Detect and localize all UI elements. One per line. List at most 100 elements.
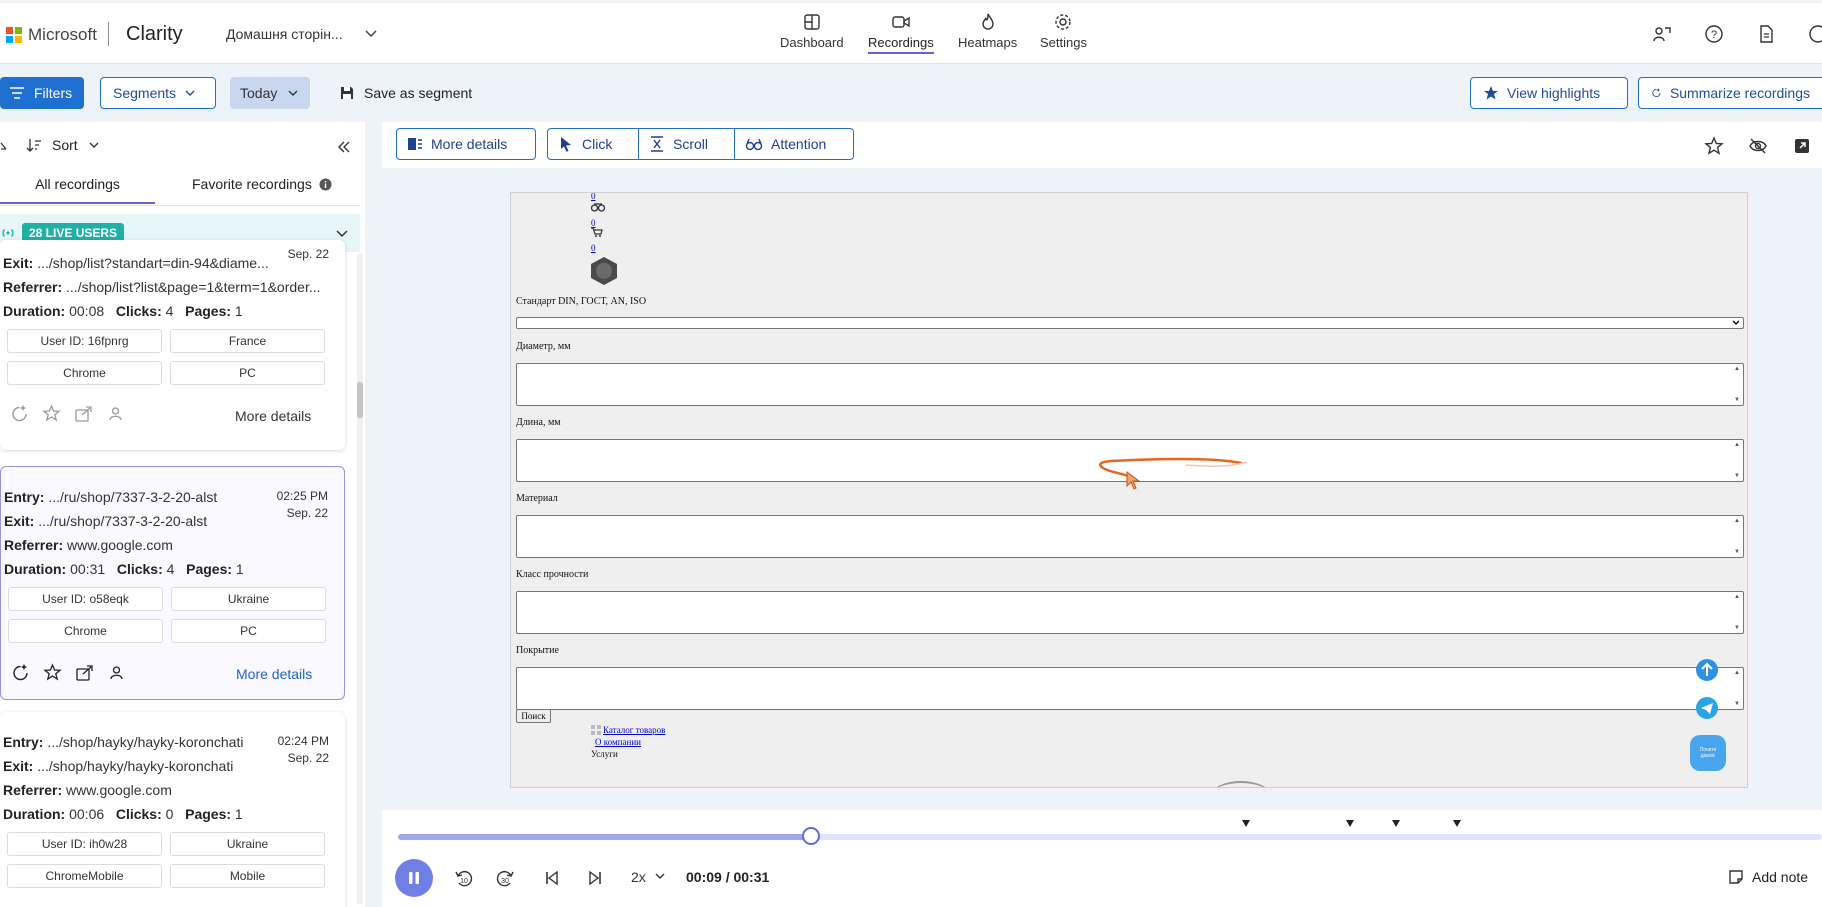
previous-session-icon[interactable] xyxy=(542,868,562,888)
speed-selector[interactable]: 2x xyxy=(631,869,666,885)
view-highlights-button[interactable]: View highlights xyxy=(1470,77,1628,109)
card-actions xyxy=(11,663,126,682)
event-marker[interactable] xyxy=(1392,820,1400,827)
event-marker[interactable] xyxy=(1346,820,1354,827)
user-id-chip[interactable]: User ID: ih0w28 xyxy=(7,832,162,856)
star-icon[interactable] xyxy=(43,663,62,682)
account-icon[interactable] xyxy=(1808,24,1822,44)
coating-field[interactable]: ▲ ▼ xyxy=(516,667,1744,710)
skip-forward-icon[interactable]: 30 xyxy=(496,868,516,888)
view-highlights-label: View highlights xyxy=(1507,85,1601,101)
open-external-icon[interactable] xyxy=(1792,136,1812,156)
user-id-chip[interactable]: User ID: o58eqk xyxy=(8,587,163,611)
diameter-field[interactable]: ▲ ▼ xyxy=(516,363,1744,406)
user-share-icon[interactable] xyxy=(1652,24,1672,44)
scrollbar-thumb[interactable] xyxy=(357,382,363,418)
click-heatmap-button[interactable]: Click xyxy=(547,128,639,160)
user-icon[interactable] xyxy=(107,663,126,682)
timeline-track[interactable] xyxy=(398,834,1822,840)
note-icon xyxy=(1729,870,1743,884)
session-time: 02:25 PM Sep. 22 xyxy=(276,489,328,520)
nav-heatmaps[interactable]: Heatmaps xyxy=(958,12,1017,50)
sidebar-scrollbar[interactable] xyxy=(357,254,363,904)
standard-select[interactable] xyxy=(516,317,1744,329)
material-field[interactable]: ▲ ▼ xyxy=(516,515,1744,558)
nav-label: Heatmaps xyxy=(958,35,1018,50)
hide-eye-icon[interactable] xyxy=(1748,136,1768,156)
filters-button[interactable]: Filters xyxy=(0,77,84,109)
device-chip[interactable]: Mobile xyxy=(170,864,325,888)
help-icon[interactable]: ? xyxy=(1704,24,1724,44)
tab-all-recordings[interactable]: All recordings xyxy=(0,176,155,204)
recording-card[interactable]: Exit: .../shop/list?standart=din-94&diam… xyxy=(0,240,345,450)
project-selector[interactable]: Домашня сторін... xyxy=(226,26,343,42)
recording-card-selected[interactable]: Entry: .../ru/shop/7337-3-2-20-alst 02:2… xyxy=(0,466,345,700)
add-note-button[interactable]: Add note xyxy=(1728,869,1808,885)
field-label: Класс прочности xyxy=(516,569,589,580)
session-entry: Entry: .../shop/hayky/hayky-koronchati xyxy=(3,734,244,750)
next-session-icon[interactable] xyxy=(585,868,605,888)
session-stats: Duration: 00:31 Clicks: 4 Pages: 1 xyxy=(4,561,244,577)
timeline-handle[interactable] xyxy=(802,827,820,845)
nav-label: Dashboard xyxy=(780,35,844,50)
collapse-panel-icon[interactable] xyxy=(336,139,352,155)
chat-widget-label: Почати діалог xyxy=(1699,747,1717,759)
field-label: Длина, мм xyxy=(516,417,561,428)
more-details-link[interactable]: More details xyxy=(236,666,312,682)
attention-label: Attention xyxy=(771,136,827,152)
device-chip[interactable]: PC xyxy=(170,361,325,385)
country-chip[interactable]: France xyxy=(170,329,325,353)
tab-favorite-recordings[interactable]: Favorite recordings xyxy=(192,176,332,192)
more-details-link[interactable]: More details xyxy=(235,408,311,424)
browser-chip[interactable]: Chrome xyxy=(8,619,163,643)
top-header: Microsoft Clarity Домашня сторін... Dash… xyxy=(0,0,1822,64)
attention-heatmap-button[interactable]: Attention xyxy=(734,128,854,160)
star-icon[interactable] xyxy=(1704,136,1724,156)
browser-chip[interactable]: Chrome xyxy=(7,361,162,385)
segments-button[interactable]: Segments xyxy=(100,77,216,109)
user-avatar-icon xyxy=(591,257,617,285)
more-details-button[interactable]: More details xyxy=(396,128,536,160)
device-chip[interactable]: PC xyxy=(171,619,326,643)
event-marker[interactable] xyxy=(1453,820,1461,827)
refresh-sparkle-icon[interactable] xyxy=(11,663,30,682)
user-icon[interactable] xyxy=(106,404,125,423)
share-icon[interactable] xyxy=(75,663,94,682)
skip-back-icon[interactable]: 10 xyxy=(453,868,473,888)
about-link[interactable]: О компании xyxy=(595,737,641,747)
session-referrer: Referrer: www.google.com xyxy=(3,782,172,798)
country-chip[interactable]: Ukraine xyxy=(170,832,325,856)
star-icon[interactable] xyxy=(42,404,61,423)
sort-button[interactable]: Sort xyxy=(26,137,100,153)
nav-dashboard[interactable]: Dashboard xyxy=(780,12,844,50)
scroll-top-button[interactable] xyxy=(1696,659,1718,681)
brand-clarity[interactable]: Clarity xyxy=(126,23,183,46)
telegram-button[interactable] xyxy=(1696,697,1718,719)
summarize-recordings-button[interactable]: Summarize recordings xyxy=(1638,77,1822,109)
scroll-label: Scroll xyxy=(673,136,709,152)
chevron-down-icon[interactable] xyxy=(362,25,380,43)
card-actions xyxy=(10,404,125,423)
recording-card[interactable]: Entry: .../shop/hayky/hayky-koronchati 0… xyxy=(0,712,345,907)
country-chip[interactable]: Ukraine xyxy=(171,587,326,611)
date-range-button[interactable]: Today xyxy=(230,77,310,109)
sort-row: Sort xyxy=(0,134,360,160)
search-button[interactable]: Поиск xyxy=(516,709,551,723)
chevron-down-icon xyxy=(89,142,99,148)
field-label: Стандарт DIN, ГОСТ, AN, ISO xyxy=(516,296,647,307)
nav-settings[interactable]: Settings xyxy=(1040,12,1087,50)
pause-button[interactable] xyxy=(395,859,433,897)
user-id-chip[interactable]: User ID: 16fpnrg xyxy=(7,329,162,353)
chat-widget-button[interactable]: Почати діалог xyxy=(1690,735,1726,771)
browser-chip[interactable]: ChromeMobile xyxy=(7,864,162,888)
share-icon[interactable] xyxy=(74,404,93,423)
session-replay-viewport[interactable]: 0 0 0 Стандарт DIN, ГОСТ, AN, ISO Диамет… xyxy=(510,192,1748,788)
document-icon[interactable] xyxy=(1756,24,1776,44)
scroll-heatmap-button[interactable]: Scroll xyxy=(638,128,735,160)
save-segment-button[interactable]: Save as segment xyxy=(340,77,472,109)
catalog-link[interactable]: Каталог товаров xyxy=(603,725,665,735)
strength-class-field[interactable]: ▲ ▼ xyxy=(516,591,1744,634)
refresh-sparkle-icon[interactable] xyxy=(10,404,29,423)
nav-recordings[interactable]: Recordings xyxy=(868,12,934,54)
event-marker[interactable] xyxy=(1242,820,1250,827)
